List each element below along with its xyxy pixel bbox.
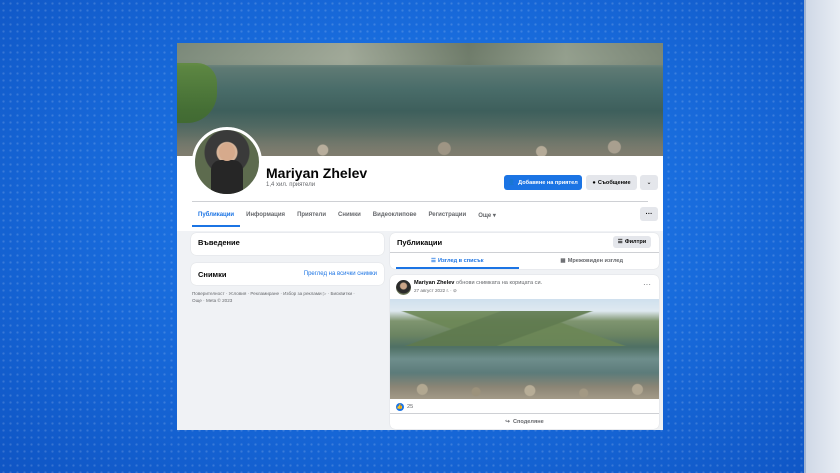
grid-icon: ▦: [560, 258, 566, 264]
message-label: Съобщение: [597, 179, 631, 186]
tab-more[interactable]: Още ▾: [472, 203, 502, 227]
share-label: Споделяне: [512, 418, 544, 425]
filter-icon: ☰: [617, 239, 623, 245]
message-button[interactable]: ● Съобщение: [586, 175, 637, 190]
tab-photos[interactable]: Снимки: [332, 203, 367, 227]
footer-links-line2[interactable]: Още · Meta © 2023: [192, 297, 382, 304]
grid-view-label: Мрежовиден изглед: [567, 258, 624, 264]
view-switcher: ☰ Изглед в списък ▦ Мрежовиден изглед: [390, 252, 659, 269]
messenger-icon: ●: [592, 179, 596, 186]
facebook-profile-screenshot: Mariyan Zhelev 1,4 хил. приятели 👤 Добав…: [177, 43, 663, 430]
post-action-text: обнови снимката на корицата си.: [454, 280, 543, 286]
post-header: Mariyan Zhelev обнови снимката на корица…: [414, 280, 542, 286]
share-button[interactable]: ↪ Споделяне: [390, 413, 659, 429]
tab-checkins[interactable]: Регистрации: [422, 203, 472, 227]
cover-mountains: [177, 43, 663, 65]
header-divider: [192, 201, 648, 202]
list-view-label: Изглед в списък: [437, 258, 484, 264]
add-friend-icon: 👤: [508, 179, 516, 186]
tab-friends[interactable]: Приятели: [291, 203, 332, 227]
publications-card: Публикации ☰ Филтри ☰ Изглед в списък ▦ …: [390, 233, 659, 269]
post-menu-button[interactable]: ···: [643, 280, 651, 289]
post-date[interactable]: 27 август 2022 г. · ⊘: [414, 288, 457, 294]
filters-button[interactable]: ☰ Филтри: [613, 236, 651, 248]
photos-card: Снимки Преглед на всички снимки: [191, 263, 384, 285]
profile-tabs: Публикации Информация Приятели Снимки Ви…: [192, 203, 502, 227]
tab-videos[interactable]: Видеоклипове: [367, 203, 423, 227]
friends-count[interactable]: 1,4 хил. приятели: [266, 182, 315, 188]
profile-more-button[interactable]: ⌄: [640, 175, 658, 190]
filters-label: Филтри: [624, 239, 647, 245]
chevron-down-icon: ⌄: [646, 180, 652, 186]
tab-about[interactable]: Информация: [240, 203, 291, 227]
share-icon: ↪: [505, 418, 510, 425]
publications-title: Публикации: [397, 238, 443, 247]
profile-name: Mariyan Zhelev: [266, 165, 368, 181]
post-reactions[interactable]: 👍 25: [396, 403, 413, 411]
add-friend-button[interactable]: 👤 Добавяне на приятел: [504, 175, 582, 190]
footer-links-line1[interactable]: Поверителност · Условия · Рекламиране · …: [192, 290, 382, 297]
photos-title: Снимки: [198, 269, 227, 279]
list-view-tab[interactable]: ☰ Изглед в списък: [390, 253, 525, 269]
post-image[interactable]: [390, 299, 659, 399]
avatar-face: [219, 143, 235, 161]
tab-posts[interactable]: Публикации: [192, 203, 241, 227]
post-author-avatar[interactable]: [396, 280, 411, 295]
intro-title: Въведение: [198, 238, 240, 247]
post-image-mountains: [390, 311, 659, 346]
post-author-name[interactable]: Mariyan Zhelev: [414, 280, 454, 286]
background-right-panel: [806, 0, 840, 473]
see-all-photos-link[interactable]: Преглед на всички снимки: [304, 271, 377, 277]
add-friend-label: Добавяне на приятел: [518, 179, 578, 186]
tabs-options-button[interactable]: ···: [640, 207, 658, 221]
post-image-rocks: [390, 375, 659, 399]
list-icon: ☰: [430, 258, 436, 264]
like-icon: 👍: [396, 403, 404, 411]
grid-view-tab[interactable]: ▦ Мрежовиден изглед: [525, 253, 660, 269]
post-card: Mariyan Zhelev обнови снимката на корица…: [390, 275, 659, 429]
page-footer: Поверителност · Условия · Рекламиране · …: [192, 290, 382, 304]
profile-avatar[interactable]: [192, 127, 262, 197]
avatar-body: [211, 160, 243, 194]
cover-grass: [177, 63, 217, 123]
intro-card: Въведение: [191, 233, 384, 255]
likes-count: 25: [407, 404, 414, 410]
